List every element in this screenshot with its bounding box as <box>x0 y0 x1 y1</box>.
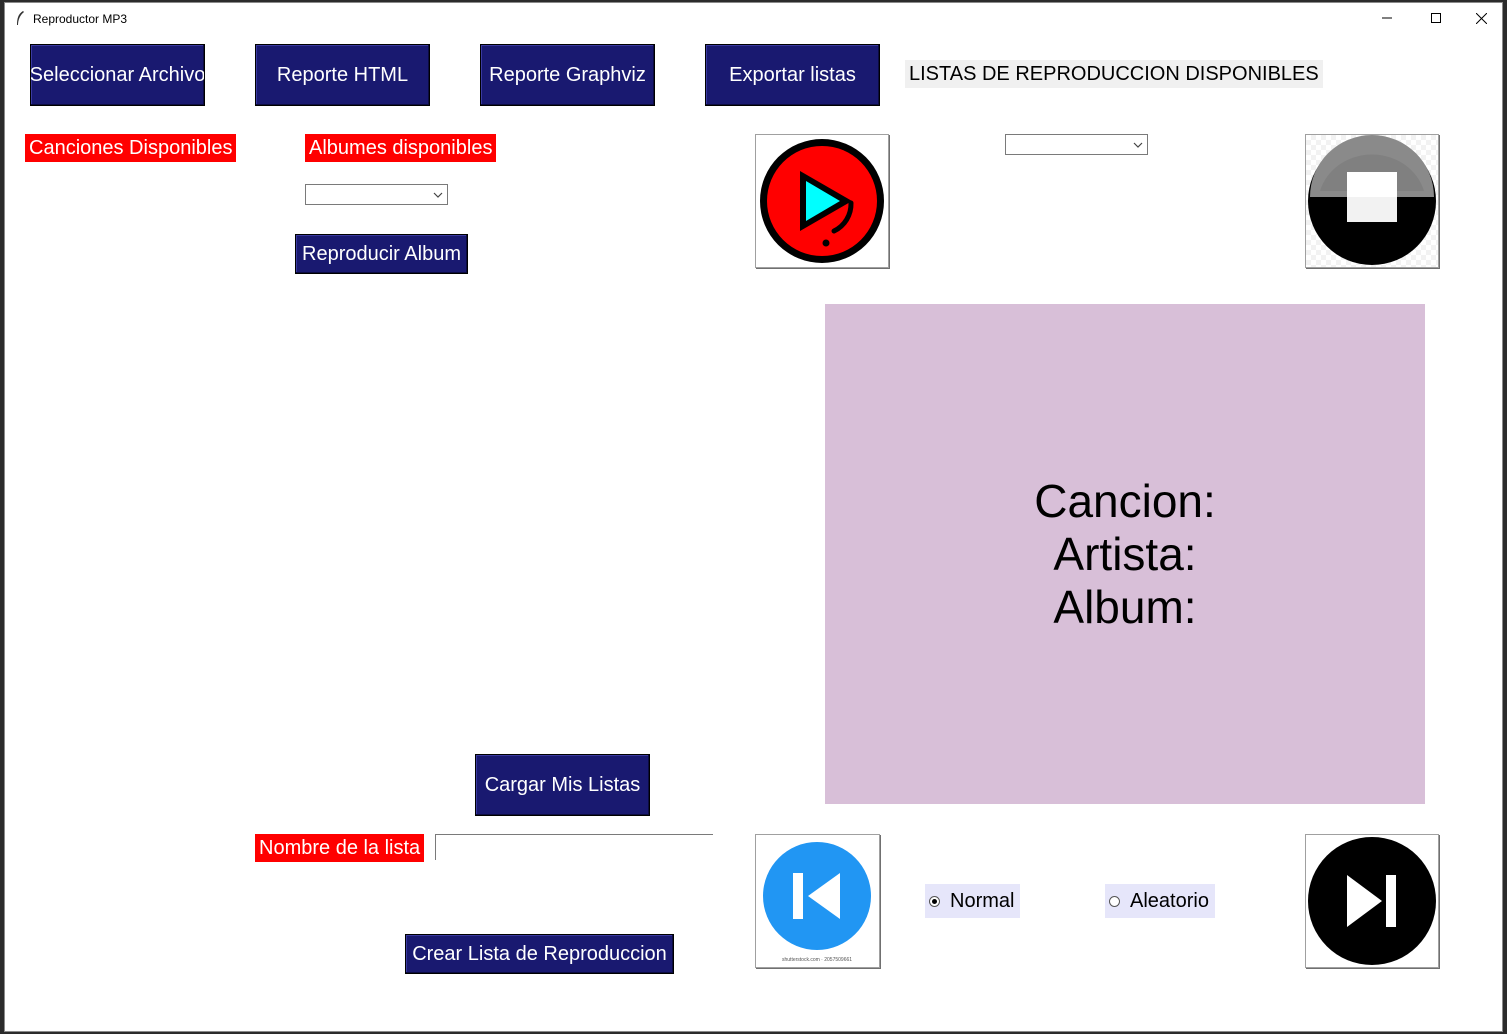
playlists-header: LISTAS DE REPRODUCCION DISPONIBLES <box>905 60 1323 88</box>
export-lists-button[interactable]: Exportar listas <box>705 44 880 106</box>
list-name-input[interactable] <box>435 834 713 860</box>
artist-label: Artista: <box>1053 527 1197 580</box>
select-file-button[interactable]: Seleccionar Archivo <box>30 44 205 106</box>
stop-button[interactable] <box>1305 134 1439 268</box>
now-playing-panel: Cancion: Artista: Album: <box>825 304 1425 804</box>
chevron-down-icon <box>433 192 443 198</box>
play-album-button[interactable]: Reproducir Album <box>295 234 468 274</box>
radio-circle <box>929 895 940 907</box>
list-name-label: Nombre de la lista <box>255 834 425 862</box>
prev-image-caption: shutterstock.com · 2057509661 <box>782 957 853 963</box>
albums-combobox[interactable] <box>305 184 448 205</box>
create-list-button[interactable]: Crear Lista de Reproduccion <box>405 934 674 974</box>
minimize-icon <box>1382 17 1392 19</box>
minimize-button[interactable] <box>1364 3 1410 33</box>
maximize-icon <box>1431 13 1441 23</box>
app-window: Reproductor MP3 Seleccionar Archivo Repo… <box>4 2 1503 1032</box>
previous-icon <box>763 842 871 950</box>
next-button[interactable] <box>1305 834 1439 968</box>
songs-label: Canciones Disponibles <box>25 134 237 162</box>
close-icon <box>1475 12 1487 24</box>
feather-icon <box>17 11 24 25</box>
mode-normal-radio[interactable]: Normal <box>925 884 1021 918</box>
html-report-button[interactable]: Reporte HTML <box>255 44 430 106</box>
play-icon <box>760 139 884 263</box>
main-content: Seleccionar Archivo Reporte HTML Reporte… <box>5 33 1502 1033</box>
close-button[interactable] <box>1458 3 1504 33</box>
album-label: Album: <box>1053 580 1197 633</box>
graphviz-report-button[interactable]: Reporte Graphviz <box>480 44 655 106</box>
mode-random-label: Aleatorio <box>1130 889 1209 912</box>
stop-icon <box>1308 135 1436 265</box>
chevron-down-icon <box>1133 142 1143 148</box>
previous-button[interactable]: shutterstock.com · 2057509661 <box>755 834 880 968</box>
next-icon <box>1308 837 1436 965</box>
window-title: Reproductor MP3 <box>33 12 128 26</box>
title-bar[interactable]: Reproductor MP3 <box>5 3 1502 33</box>
song-label: Cancion: <box>1034 474 1216 527</box>
mode-normal-label: Normal <box>950 889 1015 912</box>
maximize-button[interactable] <box>1413 3 1459 33</box>
albums-label: Albumes disponibles <box>305 134 497 162</box>
load-lists-button[interactable]: Cargar Mis Listas <box>475 754 650 816</box>
mode-random-radio[interactable]: Aleatorio <box>1105 884 1215 918</box>
play-button[interactable] <box>755 134 889 268</box>
radio-circle <box>1109 895 1120 907</box>
playlists-combobox[interactable] <box>1005 134 1148 155</box>
